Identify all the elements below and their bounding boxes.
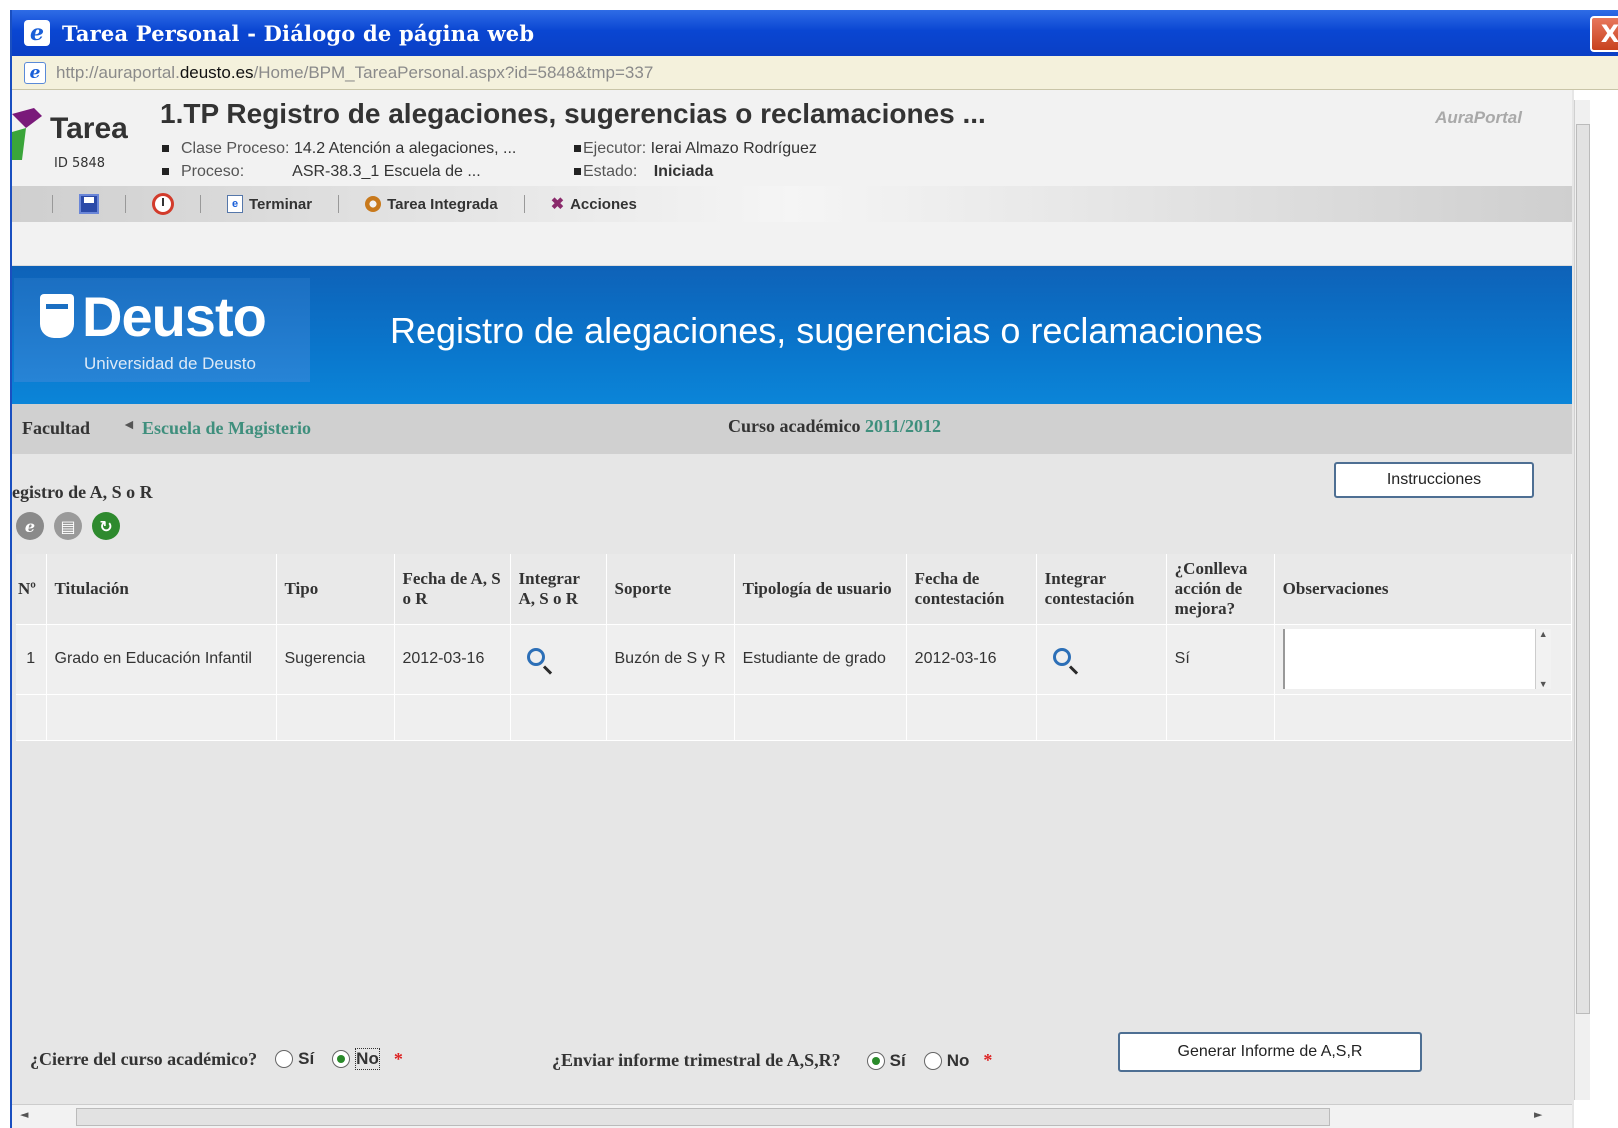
- informe-si-radio[interactable]: [866, 1051, 885, 1070]
- col-integrar: Integrar A, S o R: [510, 554, 607, 625]
- toolbar: e Terminar Tarea Integrada ✖ Acciones: [12, 186, 1572, 222]
- deusto-logo: Deusto Universidad de Deusto: [14, 278, 310, 382]
- refresh-icon[interactable]: ↻: [92, 512, 120, 540]
- col-tipologia: Tipología de usuario: [734, 554, 907, 625]
- curso-academico: Curso académico 2011/2012: [728, 416, 941, 436]
- facultad-bar: Facultad ◄ Escuela de Magisterio Curso a…: [12, 404, 1572, 454]
- ie-export-icon[interactable]: e: [16, 512, 44, 540]
- ejecutor: Ejecutor: Ierai Almazo Rodríguez: [574, 140, 817, 158]
- tarea-integrada-button[interactable]: Tarea Integrada: [365, 196, 498, 213]
- cierre-no-option[interactable]: No: [332, 1048, 380, 1070]
- gear-icon: [365, 196, 382, 212]
- col-num: Nº: [16, 554, 47, 625]
- proceso: Proceso: ASR-38.3_1 Escuela de ...: [162, 163, 481, 181]
- spacer-band: [12, 222, 1572, 266]
- url-text: http://auraportal.deusto.es/Home/BPM_Tar…: [56, 62, 654, 82]
- informe-si-option[interactable]: Sí: [866, 1051, 906, 1071]
- col-soporte: Soporte: [606, 554, 735, 625]
- address-bar[interactable]: e http://auraportal.deusto.es/Home/BPM_T…: [12, 56, 1618, 90]
- facultad-value[interactable]: Escuela de Magisterio: [142, 418, 311, 439]
- informe-no-radio[interactable]: [923, 1051, 942, 1070]
- horizontal-scroll-thumb[interactable]: [76, 1108, 1330, 1126]
- clock-icon[interactable]: [152, 193, 174, 215]
- banner-title: Registro de alegaciones, sugerencias o r…: [390, 310, 1263, 351]
- clase-proceso: Clase Proceso: 14.2 Atención a alegacion…: [162, 140, 516, 158]
- cierre-curso-question: ¿Cierre del curso académico? Sí No *: [30, 1048, 403, 1070]
- col-tipo: Tipo: [276, 554, 395, 625]
- asr-table: Nº Titulación Tipo Fecha de A, S o R Int…: [16, 554, 1573, 741]
- observaciones-textarea[interactable]: ▲ ▼: [1282, 629, 1551, 689]
- textarea-scrollbar[interactable]: ▲ ▼: [1534, 629, 1551, 689]
- table-header-row: Nº Titulación Tipo Fecha de A, S o R Int…: [16, 554, 1573, 625]
- estado: Estado: Iniciada: [574, 163, 713, 181]
- tarea-id: ID 5848: [54, 156, 106, 171]
- close-button[interactable]: X: [1590, 16, 1618, 52]
- print-icon[interactable]: ▤: [54, 512, 82, 540]
- col-fecha: Fecha de A, S o R: [394, 554, 511, 625]
- table-row[interactable]: 1 Grado en Educación Infantil Sugerencia…: [16, 624, 1573, 695]
- col-conlleva: ¿Conlleva acción de mejora?: [1166, 554, 1275, 625]
- arrow-icon: ◄: [122, 418, 136, 433]
- task-title: 1.TP Registro de alegaciones, sugerencia…: [160, 98, 986, 129]
- auraportal-logo-icon: [12, 108, 42, 160]
- required-mark: *: [393, 1048, 403, 1069]
- tarea-label: Tarea: [50, 112, 128, 145]
- col-integrar-contestacion: Integrar contestación: [1036, 554, 1167, 625]
- facultad-label: Facultad: [22, 418, 91, 438]
- vertical-scrollbar[interactable]: [1574, 90, 1618, 1128]
- page-icon: e: [24, 61, 46, 84]
- instrucciones-button[interactable]: Instrucciones: [1334, 462, 1534, 498]
- cierre-si-option[interactable]: Sí: [275, 1049, 314, 1069]
- actions-icon: ✖: [550, 196, 565, 213]
- informe-no-option[interactable]: No: [923, 1051, 969, 1071]
- shield-icon: [40, 294, 74, 338]
- table-row: [16, 694, 1573, 741]
- cierre-no-radio[interactable]: [332, 1050, 351, 1068]
- col-titulacion: Titulación: [46, 554, 277, 625]
- section-title: egistro de A, S o R: [12, 482, 153, 502]
- search-icon[interactable]: [1052, 647, 1071, 666]
- generar-informe-button[interactable]: Generar Informe de A,S,R: [1118, 1032, 1422, 1072]
- col-fecha-contestacion: Fecha de contestación: [906, 554, 1037, 625]
- task-header: Tarea ID 5848 1.TP Registro de alegacion…: [12, 90, 1572, 186]
- save-icon[interactable]: [79, 194, 99, 214]
- informe-trimestral-question: ¿Enviar informe trimestral de A,S,R? Sí …: [552, 1050, 993, 1071]
- auraportal-brand: AuraPortal: [1435, 108, 1522, 127]
- window-title: Tarea Personal - Diálogo de página web: [62, 20, 535, 46]
- title-bar[interactable]: e Tarea Personal - Diálogo de página web…: [12, 10, 1618, 56]
- search-icon[interactable]: [526, 647, 545, 666]
- cierre-si-radio[interactable]: [275, 1050, 294, 1068]
- horizontal-scrollbar[interactable]: ◄ ►: [12, 1104, 1572, 1128]
- dialog-window: e Tarea Personal - Diálogo de página web…: [10, 10, 1618, 1128]
- document-icon: e: [227, 195, 243, 213]
- terminar-button[interactable]: e Terminar: [227, 195, 312, 213]
- main-content: egistro de A, S o R Instrucciones e ▤ ↻ …: [12, 454, 1573, 1128]
- ie-icon: e: [24, 20, 50, 46]
- deusto-banner: Deusto Universidad de Deusto Registro de…: [12, 266, 1572, 404]
- col-observaciones: Observaciones: [1274, 554, 1573, 625]
- vertical-scroll-thumb[interactable]: [1576, 124, 1590, 1014]
- required-mark: *: [983, 1050, 993, 1070]
- acciones-button[interactable]: ✖ Acciones: [551, 194, 637, 214]
